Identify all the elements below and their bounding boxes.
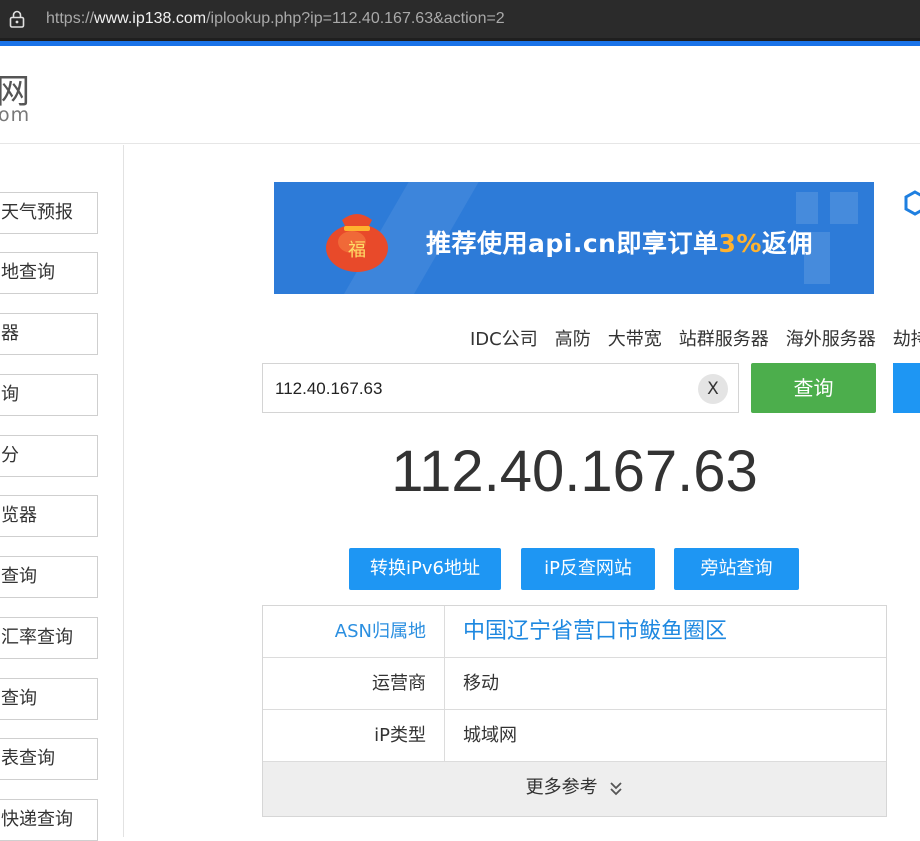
- banner-decoration: [796, 192, 818, 224]
- quick-links: IDC公司 高防 大带宽 站群服务器 海外服务器 劫持: [470, 325, 920, 351]
- sidebar-item[interactable]: 询: [0, 374, 98, 416]
- banner-text-main: 推荐使用api.cn即享订单: [426, 229, 719, 258]
- query-button[interactable]: 查询: [751, 363, 876, 413]
- clear-input-button[interactable]: X: [698, 374, 728, 404]
- ip-display: 112.40.167.63: [391, 439, 758, 504]
- banner-text-highlight: 3%: [718, 229, 762, 258]
- url-path: /iplookup.php?ip=112.40.167.63&action=2: [206, 10, 505, 27]
- bag-char: 福: [348, 240, 366, 261]
- quick-link[interactable]: 劫持: [893, 329, 920, 350]
- convert-ipv6-button[interactable]: 转换iPv6地址: [349, 548, 501, 590]
- row-value: 城域网: [463, 725, 517, 746]
- sidebar-item[interactable]: 查询: [0, 556, 98, 598]
- site-logo-domain: om: [0, 104, 31, 126]
- ip-search-box: X: [262, 363, 739, 413]
- sibling-sites-button[interactable]: 旁站查询: [674, 548, 799, 590]
- row-key: iP类型: [263, 710, 445, 761]
- ip-search-input[interactable]: [275, 376, 675, 402]
- quick-link[interactable]: 大带宽: [608, 329, 662, 350]
- banner-text-tail: 返佣: [761, 229, 813, 258]
- more-label: 更多参考: [525, 777, 598, 798]
- quick-link[interactable]: 海外服务器: [786, 329, 876, 350]
- row-value[interactable]: 中国辽宁省营口市鲅鱼圈区: [463, 606, 727, 657]
- sidebar-item[interactable]: 查询: [0, 678, 98, 720]
- more-reference-button[interactable]: 更多参考: [263, 762, 886, 816]
- quick-link[interactable]: IDC公司: [470, 329, 538, 350]
- url-prefix: https://: [46, 10, 95, 27]
- reverse-lookup-button[interactable]: iP反查网站: [521, 548, 655, 590]
- sidebar-item[interactable]: 天气预报: [0, 192, 98, 234]
- secondary-action-button[interactable]: [893, 363, 920, 413]
- banner-headline: 推荐使用api.cn即享订单3%返佣: [426, 224, 813, 260]
- lock-icon: [9, 10, 25, 28]
- browser-address-bar[interactable]: https://www.ip138.com/iplookup.php?ip=11…: [0, 0, 920, 41]
- table-row: ASN归属地 中国辽宁省营口市鲅鱼圈区: [263, 606, 886, 658]
- sidebar-item[interactable]: 汇率查询: [0, 617, 98, 659]
- quick-link[interactable]: 高防: [555, 329, 591, 350]
- row-key: 运营商: [263, 658, 445, 709]
- promo-banner[interactable]: 福 推荐使用api.cn即享订单3%返佣: [274, 182, 874, 294]
- lucky-bag-icon: 福: [326, 214, 388, 272]
- sidebar-item[interactable]: 器: [0, 313, 98, 355]
- sidebar-item[interactable]: 览器: [0, 495, 98, 537]
- quick-link[interactable]: 站群服务器: [679, 329, 769, 350]
- sidebar-item[interactable]: 快递查询: [0, 799, 98, 841]
- sidebar-item[interactable]: 分: [0, 435, 98, 477]
- banner-decoration: [830, 192, 858, 224]
- sidebar-item[interactable]: 表查询: [0, 738, 98, 780]
- table-row: 运营商 移动: [263, 658, 886, 710]
- sidebar: 天气预报 地查询 器 询 分 览器 查询 汇率查询 查询 表查询 快递查询: [0, 145, 124, 841]
- result-table: ASN归属地 中国辽宁省营口市鲅鱼圈区 运营商 移动 iP类型 城域网 更多参考: [262, 605, 887, 817]
- site-header: 网 om: [0, 46, 920, 144]
- url-text[interactable]: https://www.ip138.com/iplookup.php?ip=11…: [46, 10, 505, 28]
- sidebar-item[interactable]: 地查询: [0, 252, 98, 294]
- double-chevron-down-icon: [610, 782, 622, 796]
- row-value: 移动: [463, 673, 499, 694]
- table-row: iP类型 城域网: [263, 710, 886, 762]
- url-host: www.ip138.com: [94, 10, 207, 27]
- hexagon-logo-icon[interactable]: [904, 190, 920, 216]
- row-key: ASN归属地: [263, 606, 445, 657]
